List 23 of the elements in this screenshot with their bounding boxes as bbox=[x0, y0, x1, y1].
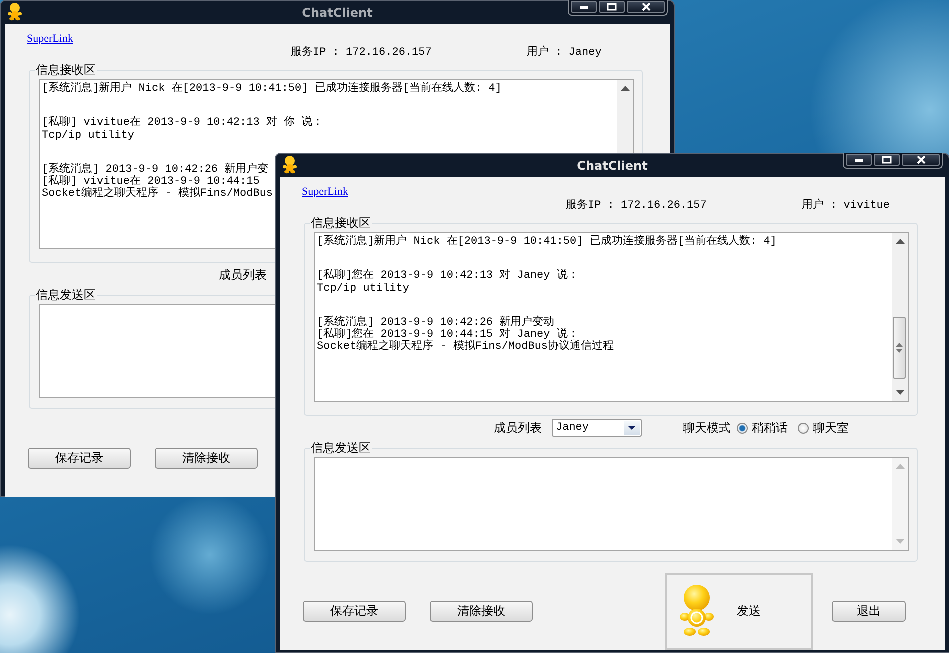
chat-mode-label: 聊天模式 bbox=[683, 420, 731, 436]
member-list-label: 成员列表 bbox=[219, 266, 267, 284]
window-title: ChatClient bbox=[302, 6, 373, 20]
group-label: 信息发送区 bbox=[310, 440, 372, 457]
message-line: [系统消息] 2013-9-9 10:42:26 新用户变 bbox=[42, 164, 269, 176]
group-label: 信息接收区 bbox=[35, 62, 97, 79]
message-line: Socket编程之聊天程序 - 模拟Fins/ModBus协议通信过程 bbox=[317, 341, 614, 354]
group-label: 信息接收区 bbox=[310, 215, 372, 232]
message-line: [系统消息]新用户 Nick 在[2013-9-9 10:41:50] 已成功连接服务器[当前在线人数: 4] bbox=[42, 83, 502, 96]
message-line: [私聊] vivitue在 2013-9-9 10:42:13 对 你 说： bbox=[42, 117, 324, 130]
message-line: Socket编程之聊天程序 - 模拟Fins/ModBus bbox=[42, 188, 274, 201]
server-ip-label: 服务IP : 172.16.26.157 bbox=[566, 198, 708, 214]
user-label: 用户 : Janey bbox=[527, 44, 603, 61]
message-line: Tcp/ip utility bbox=[317, 282, 410, 295]
user-label: 用户 : vivitue bbox=[802, 198, 892, 214]
message-line: [系统消息]新用户 Nick 在[2013-9-9 10:41:50] 已成功连接服务器[当前在线人数: 4] bbox=[317, 236, 777, 248]
member-list-label: 成员列表 bbox=[494, 420, 542, 436]
server-ip-label: 服务IP : 172.16.26.157 bbox=[291, 45, 433, 61]
window-title: ChatClient bbox=[577, 158, 648, 172]
group-label: 信息发送区 bbox=[35, 287, 97, 304]
message-line: Tcp/ip utility bbox=[42, 130, 134, 142]
message-line: [私聊]您在 2013-9-9 10:42:13 对 Janey 说： bbox=[317, 270, 579, 283]
message-line: [系统消息] 2013-9-9 10:42:26 新用户变动 bbox=[317, 316, 555, 329]
